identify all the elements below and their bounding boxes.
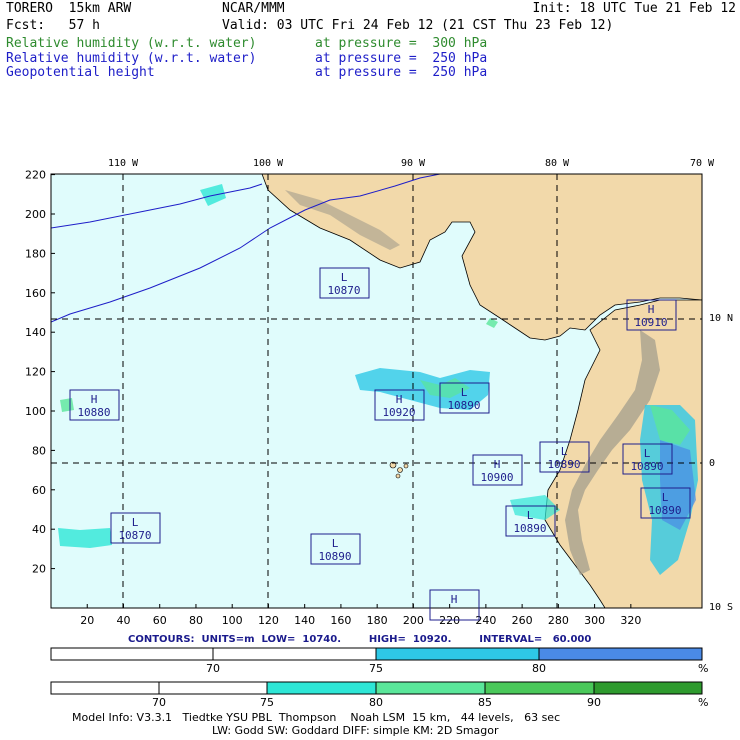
center-type: L [561, 445, 568, 458]
cbar1-label-pct: % [698, 662, 709, 675]
x-tick-label: 180 [367, 614, 388, 627]
center-value: 10870 [327, 284, 360, 297]
longitude-label: 110 W [108, 158, 139, 169]
x-tick-label: 60 [153, 614, 167, 627]
center-type: L [132, 516, 139, 529]
cbar2-label-80: 80 [369, 696, 383, 709]
y-tick-label: 140 [25, 326, 46, 339]
center-type: H [451, 593, 458, 606]
x-tick-label: 80 [189, 614, 203, 627]
y-tick-label: 200 [25, 208, 46, 221]
center-value: 10890 [318, 550, 351, 563]
x-tick-label: 260 [512, 614, 533, 627]
cbar2-label-pct: % [698, 696, 709, 709]
center-type: L [662, 491, 669, 504]
center-value: 10910 [634, 316, 667, 329]
center-type: H [494, 458, 501, 471]
cbar2-label-85: 85 [478, 696, 492, 709]
center-value: 10890 [447, 399, 480, 412]
latitude-label: 0 [709, 458, 715, 469]
x-tick-label: 160 [330, 614, 351, 627]
center-type: L [644, 447, 651, 460]
x-tick-label: 320 [620, 614, 641, 627]
x-tick-label: 20 [80, 614, 94, 627]
longitude-label: 70 W [690, 158, 715, 169]
latitude-label: 10 N [709, 313, 733, 324]
center-value: 10890 [547, 458, 580, 471]
y-tick-label: 20 [32, 563, 46, 576]
cbar1-label-80: 80 [532, 662, 546, 675]
y-tick-label: 180 [25, 247, 46, 260]
latitude-label: 10 S [709, 602, 733, 613]
model-info: Model Info: V3.3.1 Tiedtke YSU PBL Thomp… [72, 711, 561, 724]
cbar2-label-70: 70 [152, 696, 166, 709]
longitude-label: 90 W [401, 158, 426, 169]
physics-info: LW: Godd SW: Goddard DIFF: simple KM: 2D… [212, 724, 499, 737]
cbar1-label-70: 70 [206, 662, 220, 675]
center-value: 10880 [77, 406, 110, 419]
x-tick-label: 280 [548, 614, 569, 627]
center-value: 10890 [630, 460, 663, 473]
center-value: 10870 [118, 529, 151, 542]
x-tick-label: 40 [116, 614, 130, 627]
x-tick-label: 140 [294, 614, 315, 627]
center-type: L [527, 509, 534, 522]
y-tick-label: 220 [25, 169, 46, 182]
center-type: L [341, 271, 348, 284]
center-type: H [648, 303, 655, 316]
center-value: 10900 [480, 471, 513, 484]
x-tick-label: 100 [222, 614, 243, 627]
longitude-label: 100 W [253, 158, 284, 169]
center-type: L [332, 537, 339, 550]
x-tick-label: 200 [403, 614, 424, 627]
center-value: 10920 [382, 406, 415, 419]
y-tick-label: 40 [32, 523, 46, 536]
center-type: H [396, 393, 403, 406]
y-tick-label: 160 [25, 287, 46, 300]
center-type: H [91, 393, 98, 406]
y-tick-label: 60 [32, 484, 46, 497]
center-value: 10890 [648, 504, 681, 517]
weather-map: 20 40 60 80 100 120 140 160 180 200 220 240 260 280 30… [25, 158, 733, 627]
cbar2-label-90: 90 [587, 696, 601, 709]
x-tick-label: 300 [584, 614, 605, 627]
cbar1-label-75: 75 [369, 662, 383, 675]
center-value: 10890 [513, 522, 546, 535]
y-tick-label: 120 [25, 366, 46, 379]
y-tick-label: 100 [25, 405, 46, 418]
x-tick-label: 120 [258, 614, 279, 627]
longitude-label: 80 W [545, 158, 570, 169]
contours-info: CONTOURS: UNITS=m LOW= 10740. HIGH= 1092… [128, 634, 592, 645]
center-type: L [461, 386, 468, 399]
y-tick-label: 80 [32, 444, 46, 457]
cbar2-label-75: 75 [260, 696, 274, 709]
